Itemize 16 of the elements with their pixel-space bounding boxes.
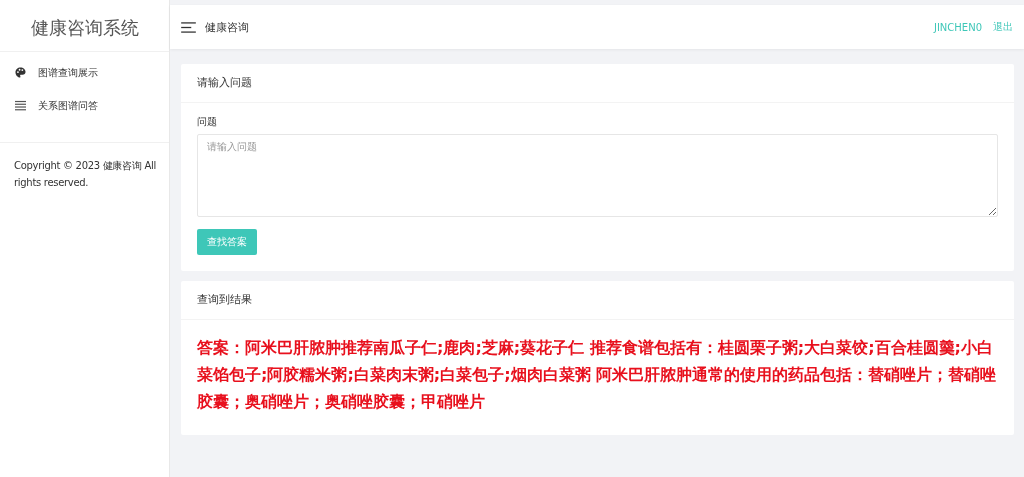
- card-title: 查询到结果: [181, 281, 1014, 320]
- copyright-text: Copyright © 2023 健康咨询 All rights reserved.: [14, 159, 157, 190]
- palette-icon: [15, 67, 26, 78]
- page-title: 健康咨询: [205, 19, 249, 35]
- search-answer-button[interactable]: 查找答案: [197, 229, 257, 255]
- list-icon: [15, 100, 26, 111]
- app-title: 健康咨询系统: [0, 5, 169, 52]
- menu-icon[interactable]: [181, 21, 196, 33]
- card-title: 请输入问题: [181, 64, 1014, 103]
- sidebar-item[interactable]: 关系图谱问答: [0, 89, 169, 122]
- sidebar-item[interactable]: 图谱查询展示: [0, 56, 169, 89]
- logout-link[interactable]: 退出: [993, 20, 1013, 34]
- question-field[interactable]: 请输入问题: [197, 134, 998, 217]
- username-link[interactable]: JINCHEN0: [933, 21, 982, 33]
- field-label: 问题: [197, 115, 217, 129]
- answer-text: 答案：阿米巴肝脓肿推荐南瓜子仁;鹿肉;芝麻;葵花子仁 推荐食谱包括有：桂圆栗子粥;大白菜饺;百合桂圆羹;小白菜馅包子;阿胶糯米粥;白菜肉末粥;白菜包子;烟肉白菜粥 阿米巴肝脓肿通常的使用的药品包括：替硝唑片；替硝唑胶囊；奥硝唑片；奥硝唑胶囊；甲硝唑片: [197, 337, 998, 413]
